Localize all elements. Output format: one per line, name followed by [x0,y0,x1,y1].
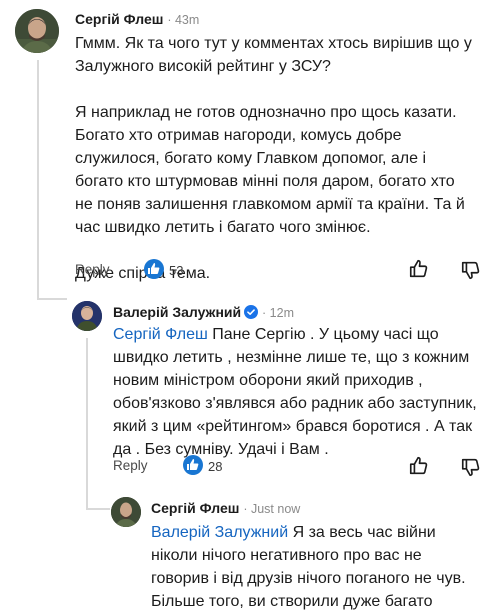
like-count: 53 [169,263,184,278]
mention-link[interactable]: Валерій Залужний [151,524,288,541]
comment-text: Більше того, ви створили дуже багато [151,593,433,610]
mention-link[interactable]: Сергій Флеш [113,326,208,343]
thread-line [37,60,39,300]
reply-button[interactable]: Reply [113,458,148,473]
avatar-photo [15,9,59,53]
author-name[interactable]: Сергій Флеш [75,11,163,27]
avatar[interactable] [72,301,102,331]
like-badge-icon [183,455,203,475]
thumbs-down-icon[interactable] [460,259,482,281]
thumbs-down-icon[interactable] [460,456,482,478]
timestamp: · 43m [167,13,200,27]
timestamp: · 12m [262,306,294,320]
comment-body: Гммм. Як та чого тут у комментах хтось в… [75,32,475,285]
comment-author[interactable]: Сергій Флеш · Just now [151,500,300,516]
comment-body: Валерій Залужний Я за весь час війни нік… [151,521,481,613]
author-name[interactable]: Валерій Залужний [113,304,241,320]
comment-paragraph: Гммм. Як та чого тут у комментах хтось в… [75,35,472,75]
comment-paragraph: Я наприклад не готов однозначно про щось… [75,104,465,236]
avatar-photo [111,497,141,527]
verified-badge-icon [244,305,259,319]
comment-body: Сергій Флеш Пане Сергію . У цьому часі щ… [113,323,479,461]
avatar[interactable] [15,9,59,53]
thread-line [37,298,67,300]
avatar[interactable] [111,497,141,527]
thumbs-up-icon[interactable] [408,258,430,280]
avatar-photo [72,301,102,331]
comment-author[interactable]: Сергій Флеш · 43m [75,11,199,27]
like-badge-icon [144,259,164,279]
comment-author[interactable]: Валерій Залужний · 12m [113,304,294,320]
timestamp: · Just now [243,502,301,516]
like-count: 28 [208,459,223,474]
reply-button[interactable]: Reply [75,262,110,277]
thread-line [86,508,110,510]
thread-line [86,338,88,510]
author-name[interactable]: Сергій Флеш [151,500,239,516]
comment-text: Пане Сергію . У цьому часі що швидко лет… [113,326,477,458]
thumbs-up-icon[interactable] [408,455,430,477]
